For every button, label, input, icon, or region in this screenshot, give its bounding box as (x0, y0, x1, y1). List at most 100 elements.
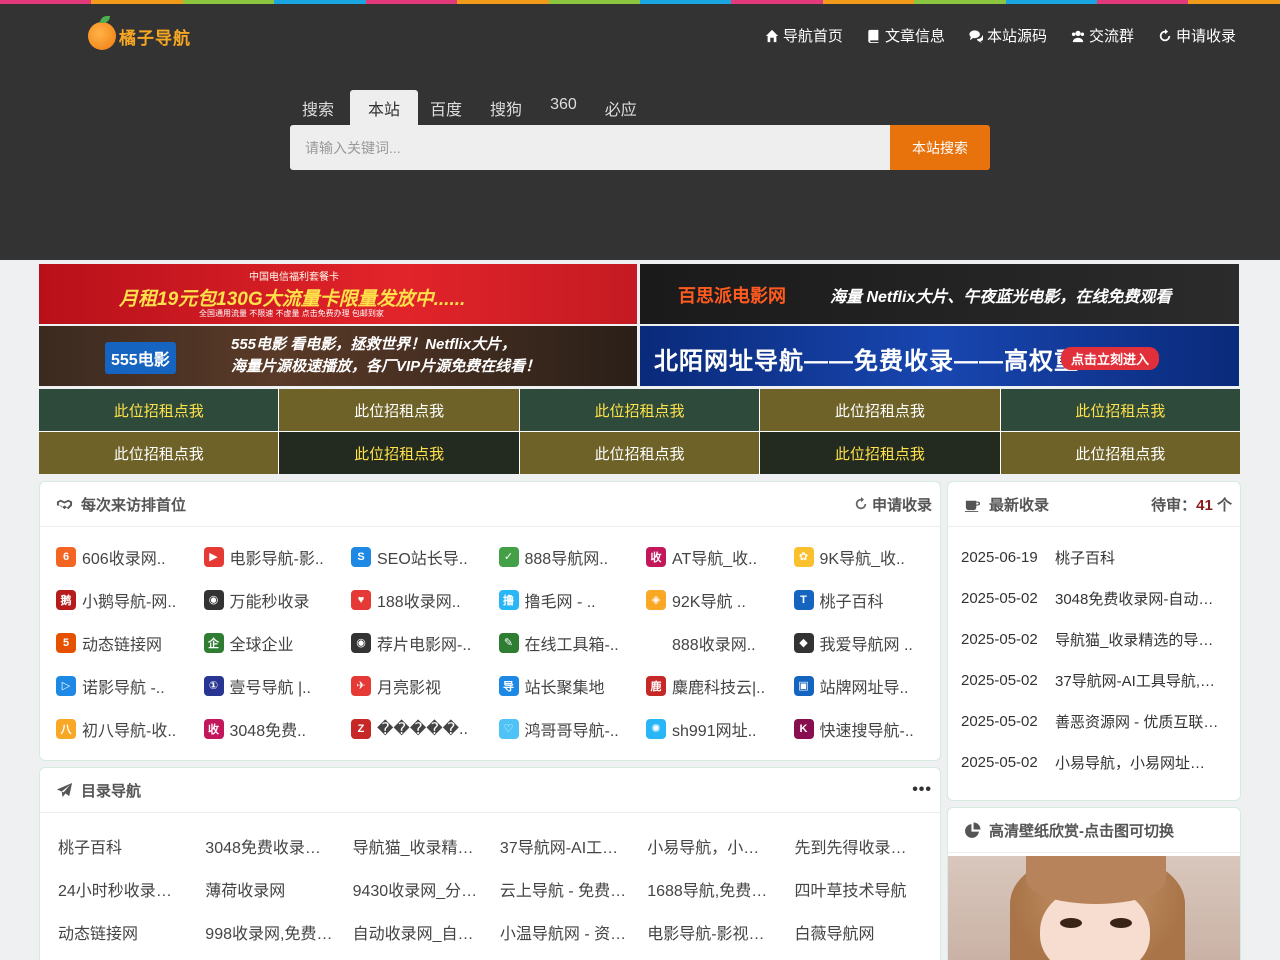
catalog-link[interactable]: 37导航网-AI工具导航 (500, 824, 647, 867)
site-link[interactable]: 收 AT导航_收.. (646, 535, 794, 578)
nav-label: 文章信息 (884, 28, 945, 45)
rent-ad-slot[interactable]: 此位招租点我 (279, 389, 519, 431)
rent-ad-slot[interactable]: 此位招租点我 (39, 389, 279, 431)
catalog-link[interactable]: 998收录网,免费收录 (205, 910, 352, 953)
search-tab[interactable]: 360 (538, 90, 593, 125)
search-tab[interactable]: 搜索 (290, 90, 350, 125)
site-link[interactable]: 6 606收录网.. (56, 535, 204, 578)
site-link[interactable]: ◈ 92K导航 .. (646, 578, 794, 621)
nav-source[interactable]: 本站源码 (969, 25, 1047, 46)
site-link[interactable]: S SEO站长导.. (351, 535, 499, 578)
site-link[interactable]: 鹿麋鹿科技云|.. (646, 664, 794, 707)
site-link[interactable]: ♥ 188收录网.. (351, 578, 499, 621)
site-link[interactable]: ✎ 在线工具箱-.. (498, 621, 647, 664)
site-link[interactable]: ✿ 9K导航_收.. (793, 535, 942, 578)
site-link[interactable]: Z �����.. (351, 707, 499, 750)
rent-ad-slot[interactable]: 此位招租点我 (39, 432, 279, 474)
newest-row[interactable]: 2025-05-02 3048免费收录网-自动秒收录 (961, 578, 1240, 619)
catalog-link[interactable]: 自动收录网_自动秒收 (353, 910, 500, 953)
site-link[interactable]: 鹅小鹅导航-网.. (56, 578, 204, 621)
newest-row[interactable]: 2025-05-02 导航猫_收录精选的导航网站 (961, 619, 1240, 660)
catalog-link[interactable]: 先到先得收录网站 (794, 824, 941, 867)
catalog-link[interactable]: 电影导航-影视大全 (647, 910, 794, 953)
site-favicon-icon: 鹅 (56, 589, 76, 610)
site-link[interactable]: 888收录网.. (646, 621, 794, 664)
catalog-link[interactable]: 桃子百科 (58, 824, 205, 867)
nav-articles[interactable]: 文章信息 (867, 25, 945, 46)
search-tab[interactable]: 本站 (350, 90, 419, 125)
nav-home[interactable]: 导航首页 (765, 25, 843, 46)
banner-beimo[interactable]: 北陌网址导航——免费收录——高权重 点击立刻进入 (640, 326, 1239, 386)
search-tab[interactable]: 必应 (593, 90, 653, 125)
rent-ad-slot[interactable]: 此位招租点我 (519, 432, 760, 474)
nav-label: 导航首页 (782, 28, 843, 45)
site-favicon-icon: 5 (56, 632, 76, 653)
site-link[interactable]: 收 3048免费.. (203, 707, 352, 750)
catalog-link[interactable]: 四叶草技术导航 (794, 867, 941, 910)
rent-ad-slot[interactable]: 此位招租点我 (1000, 389, 1240, 431)
site-link[interactable]: ① 壹号导航 |.. (203, 664, 352, 707)
wallpaper-image[interactable] (948, 856, 1240, 960)
catalog-link[interactable]: 1688导航,免费收录 (647, 867, 794, 910)
rent-ad-slot[interactable]: 此位招租点我 (519, 389, 760, 431)
newest-row[interactable]: 2025-05-02 37导航网-AI工具导航,网址大全 (961, 660, 1240, 701)
rent-ad-slot[interactable]: 此位招租点我 (760, 389, 1000, 431)
more-icon[interactable]: ••• (912, 781, 932, 799)
site-link[interactable]: 企全球企业 (203, 621, 352, 664)
banner-baisipai[interactable]: 百思派电影网 海量 Netflix大片、午夜蓝光电影，在线免费观看 (640, 264, 1239, 324)
banner-555dy[interactable]: 555电影 555电影 看电影，拯救世界！Netflix大片， 海量片源极速播放… (39, 326, 637, 386)
catalog-link[interactable]: 薄荷收录网 (205, 867, 352, 910)
rent-ad-slot[interactable]: 此位招租点我 (279, 432, 519, 474)
site-link[interactable]: ◆ 我爱导航网 .. (793, 621, 942, 664)
nav-group[interactable]: 交流群 (1071, 25, 1134, 46)
site-logo[interactable]: 橘子导航 (88, 16, 191, 50)
site-link[interactable]: 导站长聚集地 (498, 664, 647, 707)
panel-title-text: 最新收录 (989, 496, 1050, 514)
catalog-link-label: 薄荷收录网 (205, 882, 286, 900)
catalog-link[interactable]: 动态链接网 (58, 910, 205, 953)
catalog-link[interactable]: 小易导航，小易网址 (647, 824, 794, 867)
catalog-link[interactable]: 导航猫_收录精选的导航网站 (353, 824, 500, 867)
nav-apply[interactable]: 申请收录 (1158, 25, 1236, 46)
site-link[interactable]: ✺ sh991网址.. (646, 707, 794, 750)
catalog-link[interactable]: 9430收录网_分类目录 (353, 867, 500, 910)
color-strip (0, 0, 1280, 4)
site-link[interactable]: 八初八导航-收.. (56, 707, 204, 750)
site-name: AT导航_收.. (672, 550, 758, 568)
book-icon (868, 29, 879, 43)
site-name: 撸毛网 - .. (524, 593, 596, 611)
panel-title: 高清壁纸欣赏-点击图可切换 (964, 820, 1174, 841)
apply-link[interactable]: 申请收录 (854, 494, 932, 515)
site-link[interactable]: ✓ 888导航网.. (498, 535, 647, 578)
site-link[interactable]: 5 动态链接网 (56, 621, 204, 664)
catalog-link[interactable]: 小温导航网 - 资源导航 (500, 910, 647, 953)
newest-row[interactable]: 2025-05-02 小易导航，小易网址，分类目录 (961, 742, 1240, 783)
logo-text: 橘子导航 (119, 28, 191, 49)
search-tab[interactable]: 搜狗 (478, 90, 538, 125)
site-link[interactable]: ◉ 万能秒收录 (203, 578, 352, 621)
catalog-link[interactable]: 白薇导航网 (794, 910, 941, 953)
catalog-link[interactable]: 云上导航 - 免费收录 (500, 867, 647, 910)
site-link[interactable]: ♡ 鸿哥哥导航-.. (498, 707, 647, 750)
catalog-link[interactable]: 24小时秒收录网站 (58, 867, 205, 910)
rent-ad-slot[interactable]: 此位招租点我 (1000, 432, 1240, 474)
site-link[interactable]: ◉ 荐片电影网-.. (351, 621, 499, 664)
search-button[interactable]: 本站搜索 (890, 125, 990, 170)
newest-row[interactable]: 2025-06-19 桃子百科 (961, 537, 1240, 578)
banner-telecom[interactable]: 中国电信福利套餐卡 月租19元包130G大流量卡限量发放中...... 全国通用… (39, 264, 637, 324)
site-link[interactable]: T 桃子百科 (793, 578, 942, 621)
site-link[interactable]: ✈ 月亮影视 (351, 664, 499, 707)
site-link[interactable]: 撸撸毛网 - .. (498, 578, 647, 621)
catalog-link-label: 9430收录网_分类目录 (352, 882, 480, 900)
site-link[interactable]: K 快速搜导航-.. (793, 707, 942, 750)
banner-cta-button[interactable]: 点击立刻进入 (1060, 347, 1159, 370)
site-link[interactable]: ▶ 电影导航-影.. (203, 535, 352, 578)
newest-row[interactable]: 2025-05-02 善恶资源网 - 优质互联网资源 (961, 701, 1240, 742)
search-input[interactable] (290, 125, 890, 170)
catalog-link[interactable]: 3048免费收录网-自动秒收录 (205, 824, 352, 867)
site-link[interactable]: ▷ 诺影导航 -.. (56, 664, 204, 707)
rent-ad-slot[interactable]: 此位招租点我 (760, 432, 1000, 474)
wallpaper-panel: 高清壁纸欣赏-点击图可切换 (947, 807, 1241, 960)
site-link[interactable]: ▣ 站牌网址导.. (793, 664, 942, 707)
search-tab[interactable]: 百度 (418, 90, 478, 125)
